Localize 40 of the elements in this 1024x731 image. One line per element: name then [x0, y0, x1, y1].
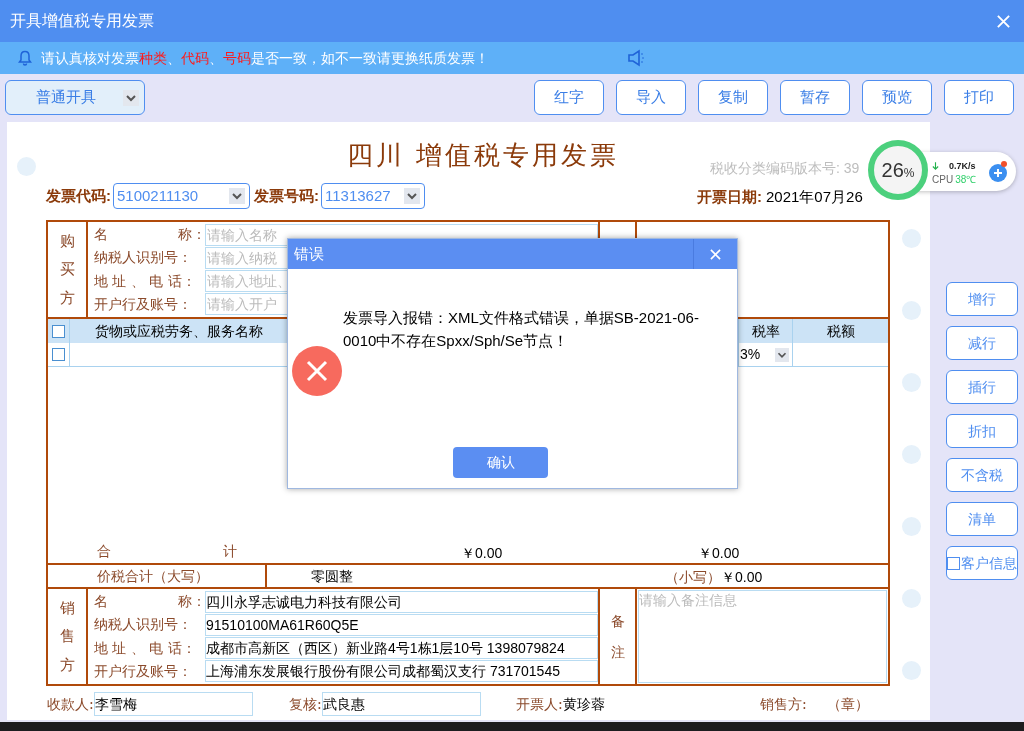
field-label: 开户行及账号： [93, 294, 193, 314]
notice-text: 请认真核对发票种类、代码、号码是否一致，如不一致请更换纸质发票！ [41, 48, 489, 68]
field-label: 发票代码: [46, 185, 111, 206]
field-label: 收款人: [47, 694, 94, 714]
field-label: （小写） [665, 568, 721, 587]
field-label: 纳税人识别号： [93, 615, 193, 635]
name-text: 黄珍蓉 [562, 694, 605, 714]
amount-text: ￥0.00 [461, 544, 503, 563]
side-label: 购买方 [59, 230, 75, 309]
amount-text: ￥0.00 [721, 568, 763, 587]
dialog-title: 错误 [293, 243, 325, 264]
field-label: 名 称： [93, 225, 205, 245]
column-header: 货物或应税劳务、服务名称 [95, 321, 263, 341]
version-text: 税收分类编码版本号: 39 [710, 159, 860, 178]
column-header: 税额 [826, 321, 855, 341]
total-label: 价税合计（大写） [97, 566, 209, 586]
field-label: 开票人: [516, 694, 563, 714]
field-label: 发票号码: [254, 185, 319, 206]
side-label: 销售方 [59, 597, 75, 676]
field-label: 地 址 、 电 话： [93, 638, 197, 658]
field-label: 复核: [289, 694, 322, 714]
field-label: 名 称： [93, 592, 205, 612]
total-label: 合 计 [97, 542, 237, 561]
field-label: 销售方: [760, 694, 807, 714]
window-title: 开具增值税专用发票 [10, 11, 154, 31]
date-text: 2021年07月26 [766, 188, 863, 205]
field-label: 地 址 、 电 话： [93, 271, 197, 291]
field-label: 纳税人识别号： [93, 248, 193, 268]
cpu-label: CPU [932, 173, 954, 187]
column-header: 税率 [751, 321, 780, 341]
field-label: 开户行及账号： [93, 661, 193, 681]
amount-text: ￥0.00 [698, 544, 740, 563]
remark-label: 备注 [610, 611, 625, 662]
invoice-title: 四川 增值税专用发票 [347, 139, 620, 172]
error-message: 发票导入报错：XML文件格式错误，单据SB-2021-06-0010中不存在Spxx/Sph/Se节点！ [343, 308, 700, 351]
temp-text: 38℃ [955, 173, 977, 187]
net-speed: 0.7K/s [949, 160, 976, 173]
field-label: 开票日期: [697, 188, 762, 205]
stamp-text: （章） [826, 694, 869, 714]
amount-words: 零圆整 [311, 566, 353, 586]
